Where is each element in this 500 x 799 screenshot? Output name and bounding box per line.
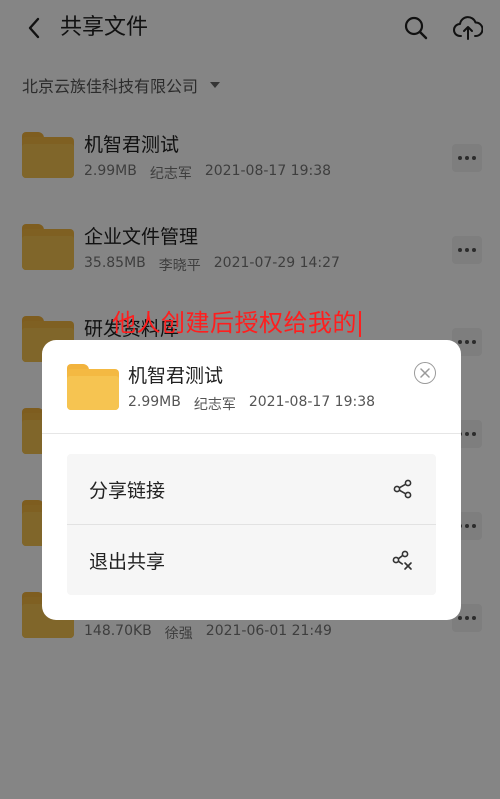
share-link-label: 分享链接 [89,480,166,502]
share-icon [393,479,412,499]
exit-share-button[interactable]: 退出共享 [67,525,436,595]
shared-files-screen: 共享文件 北京云族佳科技有限公司 机智君测试 2.99MB 纪志军 2021-0… [0,0,500,799]
close-button[interactable] [414,362,436,384]
text-cursor [359,311,361,337]
folder-icon [67,364,119,410]
dialog-file-date: 2021-08-17 19:38 [248,394,376,410]
dialog-file-size: 2.99MB [128,394,181,410]
close-icon [420,368,430,378]
dialog-file-owner: 纪志军 [193,397,236,413]
file-actions-dialog: 机智君测试 2.99MB 纪志军 2021-08-17 19:38 分享链接 退… [42,340,461,620]
divider [42,433,461,434]
exit-share-label: 退出共享 [89,551,166,573]
annotation-caption: 他人创建后授权给我的 [112,303,361,338]
action-list: 分享链接 退出共享 [67,454,436,595]
share-link-button[interactable]: 分享链接 [67,454,436,525]
annotation-caption-text: 他人创建后授权给我的 [112,309,357,337]
share-exit-icon [392,550,412,570]
dialog-file-name: 机智君测试 [128,365,224,387]
dialog-file-meta: 2.99MB 纪志军 2021-08-17 19:38 [128,394,375,414]
